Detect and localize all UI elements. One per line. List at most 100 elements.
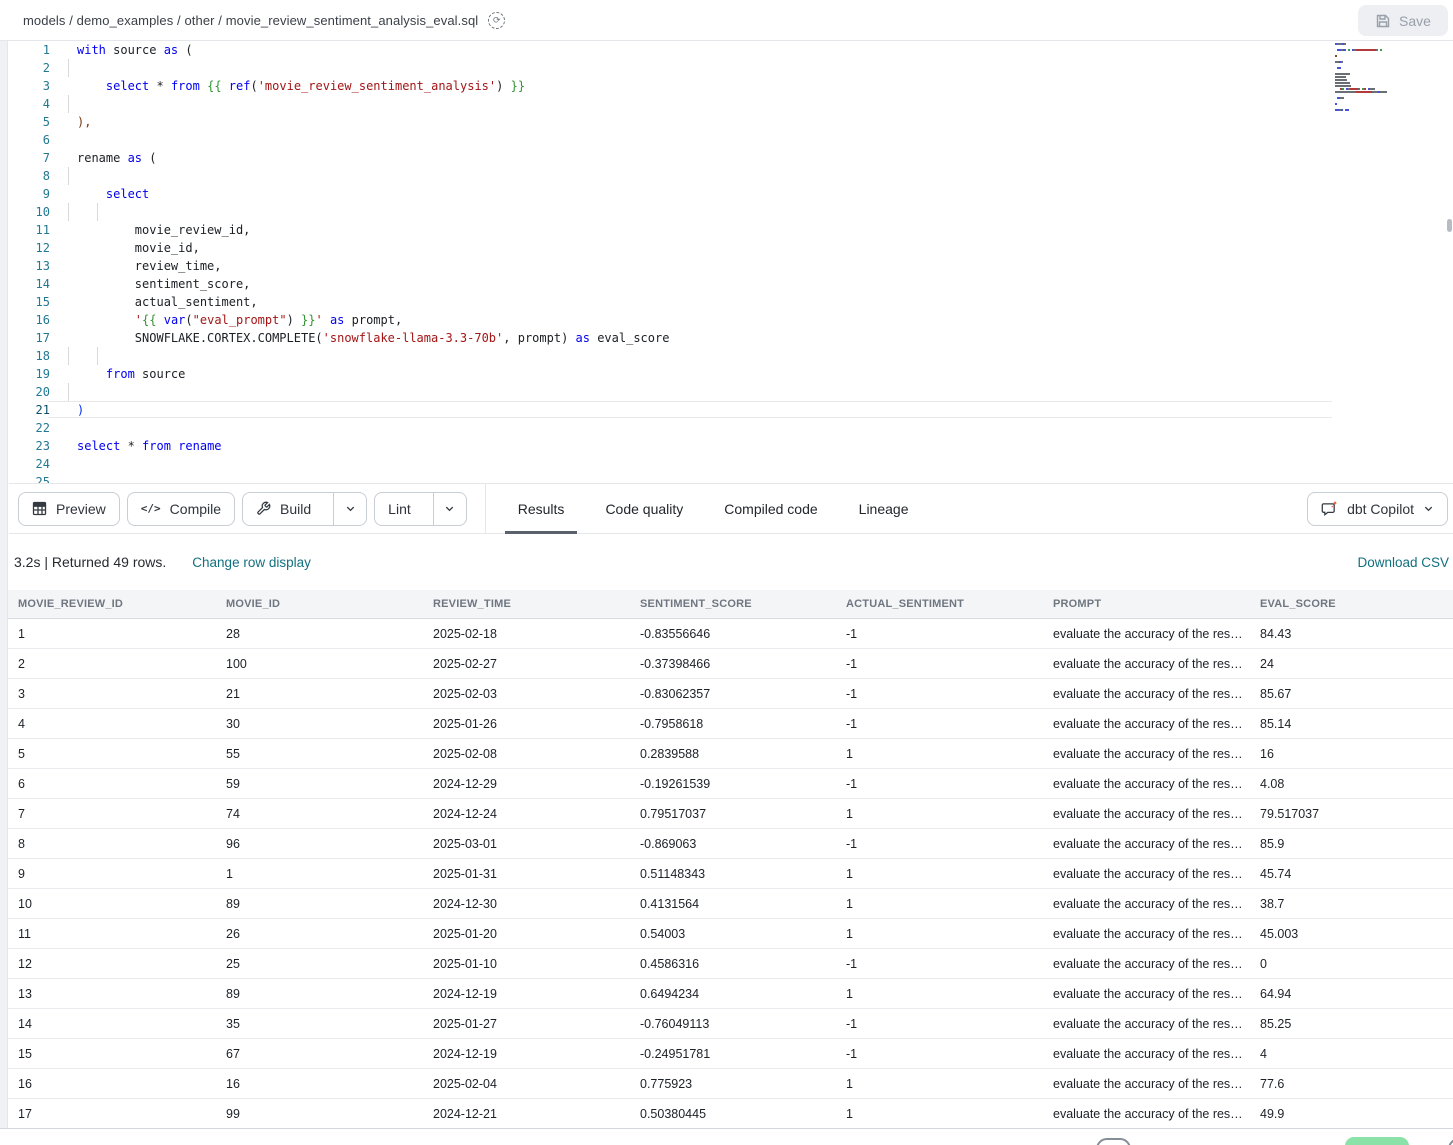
table-cell: -1 [836, 679, 1043, 709]
code-line: 13 review_time, [9, 257, 1453, 275]
prompt-text: evaluate the accuracy of the res… [1053, 657, 1243, 671]
table-cell: 67 [216, 1039, 423, 1069]
table-cell: -1 [836, 1039, 1043, 1069]
table-cell: 2025-01-27 [423, 1009, 630, 1039]
lint-dropdown-button[interactable] [433, 493, 466, 525]
code-line: 2 [9, 59, 1453, 77]
code-line: 16 '{{ var("eval_prompt") }}' as prompt, [9, 311, 1453, 329]
table-cell: 17 [8, 1099, 216, 1129]
table-cell: 1 [836, 739, 1043, 769]
tab-lineage[interactable]: Lineage [859, 484, 909, 533]
eval-score-cell: 4.08 [1250, 769, 1453, 799]
table-cell: 74 [216, 799, 423, 829]
code-line: 15 actual_sentiment, [9, 293, 1453, 311]
table-row: 6592024-12-29-0.19261539-1evaluate the a… [8, 769, 1453, 799]
lint-button-main[interactable]: Lint [375, 493, 424, 525]
table-row: 17992024-12-210.503804451evaluate the ac… [8, 1099, 1453, 1129]
table-cell: -1 [836, 769, 1043, 799]
table-cell: 0.4131564 [630, 889, 836, 919]
line-number: 9 [9, 185, 50, 203]
table-cell: 0.50380445 [630, 1099, 836, 1129]
column-header-actual-sentiment: ACTUAL_SENTIMENT [836, 590, 1043, 619]
eval-score-cell: 45.003 [1250, 919, 1453, 949]
prompt-text: evaluate the accuracy of the res… [1053, 1047, 1243, 1061]
preview-button[interactable]: Preview [18, 492, 120, 526]
eval-score-cell: 84.43 [1250, 619, 1453, 649]
code-line: 25 [9, 473, 1453, 483]
eval-score-cell: 79.517037 [1250, 799, 1453, 829]
table-row: 4302025-01-26-0.7958618-1evaluate the ac… [8, 709, 1453, 739]
table-cell: 2025-01-26 [423, 709, 630, 739]
table-row: 8962025-03-01-0.869063-1evaluate the acc… [8, 829, 1453, 859]
code-line: 3 select * from {{ ref('movie_review_sen… [9, 77, 1453, 95]
table-row: 1282025-02-18-0.83556646-1evaluate the a… [8, 619, 1453, 649]
breadcrumb[interactable]: models / demo_examples / other / movie_r… [23, 13, 478, 28]
table-cell: 11 [8, 919, 216, 949]
bottom-right-button-partial[interactable] [1448, 1138, 1453, 1145]
minimap[interactable] [1335, 43, 1447, 118]
compile-button[interactable]: </> Compile [127, 492, 235, 526]
status-pill-partial[interactable] [1345, 1137, 1409, 1145]
table-cell: 2025-02-08 [423, 739, 630, 769]
eval-score-cell: 16 [1250, 739, 1453, 769]
editor-scrollbar-thumb[interactable] [1447, 219, 1452, 232]
table-cell: -0.76049113 [630, 1009, 836, 1039]
prompt-text: evaluate the accuracy of the res… [1053, 867, 1243, 881]
download-csv-link[interactable]: Download CSV [1357, 555, 1449, 570]
code-line: 18 [9, 347, 1453, 365]
collapsed-side-panel-edge[interactable] [0, 41, 8, 1145]
table-row: 16162025-02-040.7759231evaluate the accu… [8, 1069, 1453, 1099]
code-line: 23select * from rename [9, 437, 1453, 455]
table-cell: 12 [8, 949, 216, 979]
table-cell: 0.79517037 [630, 799, 836, 829]
tab-compiled-code[interactable]: Compiled code [724, 484, 817, 533]
code-editor[interactable]: 1with source as (23 select * from {{ ref… [9, 41, 1453, 483]
tab-results[interactable]: Results [518, 484, 565, 533]
chevron-down-icon [444, 503, 455, 514]
code-line: 5), [9, 113, 1453, 131]
line-number: 17 [9, 329, 50, 347]
table-cell: 16 [8, 1069, 216, 1099]
code-line: 9 select [9, 185, 1453, 203]
table-cell: -1 [836, 709, 1043, 739]
line-number: 18 [9, 347, 50, 365]
table-cell: -1 [836, 619, 1043, 649]
line-number: 12 [9, 239, 50, 257]
prompt-cell: evaluate the accuracy of the res…❯ [1043, 649, 1250, 679]
change-row-display-link[interactable]: Change row display [192, 555, 311, 570]
action-toolbar: Preview </> Compile Build Lint [9, 483, 1453, 534]
table-cell: 0.775923 [630, 1069, 836, 1099]
help-button-partial[interactable] [1096, 1138, 1131, 1145]
prompt-text: evaluate the accuracy of the res… [1053, 987, 1243, 1001]
prompt-cell: evaluate the accuracy of the res…❯ [1043, 799, 1250, 829]
table-cell: -1 [836, 829, 1043, 859]
bottom-bar-partial [0, 1128, 1453, 1145]
table-cell: 28 [216, 619, 423, 649]
table-cell: 8 [8, 829, 216, 859]
prompt-cell: evaluate the accuracy of the res…❯ [1043, 1039, 1250, 1069]
save-button[interactable]: Save [1358, 5, 1448, 36]
eval-score-cell: 85.67 [1250, 679, 1453, 709]
column-header-sentiment-score: SENTIMENT_SCORE [630, 590, 836, 619]
code-line: 22 [9, 419, 1453, 437]
eval-score-cell: 24 [1250, 649, 1453, 679]
line-number: 15 [9, 293, 50, 311]
table-cell: 0.2839588 [630, 739, 836, 769]
code-line: 21) [9, 401, 1453, 419]
line-number: 3 [9, 77, 50, 95]
prompt-text: evaluate the accuracy of the res… [1053, 837, 1243, 851]
tab-code-quality[interactable]: Code quality [605, 484, 683, 533]
build-button-main[interactable]: Build [243, 493, 324, 525]
dbt-copilot-button[interactable]: dbt Copilot [1307, 492, 1448, 526]
table-cell: -1 [836, 649, 1043, 679]
line-number: 4 [9, 95, 50, 113]
chevron-down-icon [345, 503, 356, 514]
line-number: 10 [9, 203, 50, 221]
table-cell: 10 [8, 889, 216, 919]
table-cell: 1 [836, 859, 1043, 889]
build-dropdown-button[interactable] [333, 493, 366, 525]
table-cell: 1 [836, 979, 1043, 1009]
table-cell: 30 [216, 709, 423, 739]
prompt-text: evaluate the accuracy of the res… [1053, 747, 1243, 761]
table-row: 11262025-01-200.540031evaluate the accur… [8, 919, 1453, 949]
